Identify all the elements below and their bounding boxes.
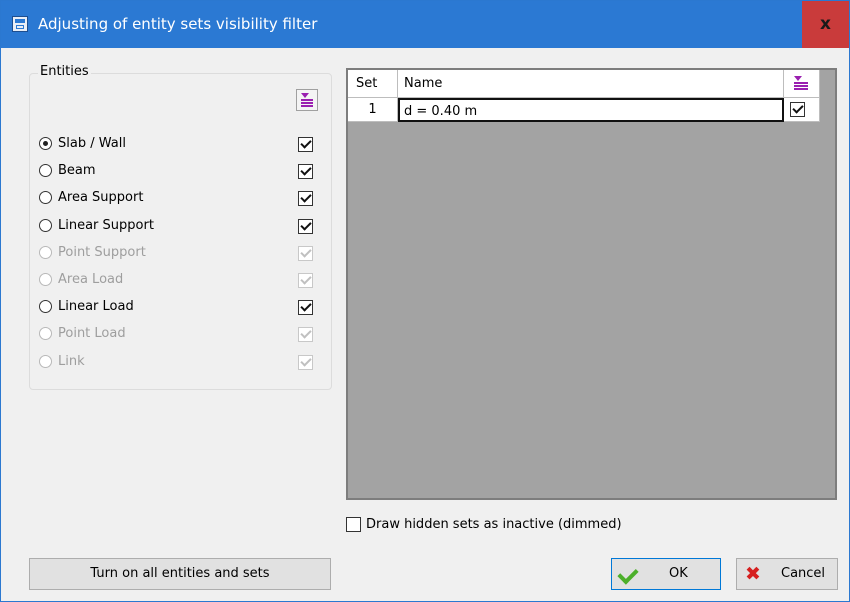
entity-visible-checkbox: [298, 246, 313, 261]
sets-grid[interactable]: Set Name 1 d = 0.40 m: [346, 68, 837, 500]
entity-label: Link: [58, 354, 85, 369]
entity-radio[interactable]: [39, 300, 52, 313]
set-visible-checkbox[interactable]: [790, 102, 805, 117]
entity-visible-checkbox[interactable]: [298, 137, 313, 152]
entity-label: Beam: [58, 163, 96, 178]
entity-label: Slab / Wall: [58, 136, 126, 151]
entity-radio[interactable]: [39, 137, 52, 150]
entity-radio: [39, 327, 52, 340]
entity-row[interactable]: Linear Load: [39, 297, 319, 317]
entity-radio: [39, 355, 52, 368]
turn-on-all-button[interactable]: Turn on all entities and sets: [29, 558, 331, 590]
entity-label: Point Support: [58, 245, 146, 260]
entities-group-label: Entities: [38, 64, 91, 79]
entity-row: Point Support: [39, 243, 319, 263]
sets-sort-button[interactable]: [790, 73, 812, 95]
dialog-window: Adjusting of entity sets visibility filt…: [0, 0, 850, 602]
entity-label: Linear Support: [58, 218, 154, 233]
entity-visible-checkbox[interactable]: [298, 164, 313, 179]
column-header-visible: [784, 70, 820, 98]
entity-visible-checkbox[interactable]: [298, 219, 313, 234]
column-header-name[interactable]: Name: [398, 70, 784, 98]
set-number-cell: 1: [348, 98, 398, 122]
cancel-button[interactable]: ✖ Cancel: [736, 558, 838, 590]
entity-radio[interactable]: [39, 219, 52, 232]
column-header-set[interactable]: Set: [348, 70, 398, 98]
window-title: Adjusting of entity sets visibility filt…: [38, 15, 318, 33]
entity-radio: [39, 246, 52, 259]
entity-label: Linear Load: [58, 299, 134, 314]
entity-row: Point Load: [39, 324, 319, 344]
entity-visible-checkbox: [298, 273, 313, 288]
entity-row: Link: [39, 352, 319, 372]
grid-header: Set Name: [348, 70, 835, 98]
set-visible-cell: [784, 98, 820, 122]
entity-radio[interactable]: [39, 191, 52, 204]
entities-sort-button[interactable]: [296, 89, 318, 111]
cross-icon: ✖: [745, 563, 761, 585]
entity-visible-checkbox: [298, 355, 313, 370]
entity-visible-checkbox[interactable]: [298, 191, 313, 206]
entity-row[interactable]: Linear Support: [39, 216, 319, 236]
ok-button[interactable]: OK: [611, 558, 721, 590]
draw-hidden-label: Draw hidden sets as inactive (dimmed): [366, 517, 622, 532]
set-name-input[interactable]: d = 0.40 m: [398, 98, 784, 122]
title-bar: Adjusting of entity sets visibility filt…: [1, 1, 849, 48]
app-window-icon: [12, 16, 28, 32]
entity-row[interactable]: Area Support: [39, 188, 319, 208]
cancel-button-label: Cancel: [781, 566, 826, 581]
entity-row[interactable]: Slab / Wall: [39, 134, 319, 154]
ok-button-label: OK: [669, 566, 688, 581]
entity-visible-checkbox[interactable]: [298, 300, 313, 315]
entity-radio: [39, 273, 52, 286]
entity-row: Area Load: [39, 270, 319, 290]
entity-visible-checkbox: [298, 327, 313, 342]
entity-label: Area Support: [58, 190, 144, 205]
entity-label: Area Load: [58, 272, 124, 287]
checkmark-icon: [617, 563, 639, 585]
entity-row[interactable]: Beam: [39, 161, 319, 181]
entity-label: Point Load: [58, 326, 126, 341]
draw-hidden-checkbox[interactable]: [346, 517, 361, 532]
close-button[interactable]: x: [802, 1, 849, 48]
entity-radio[interactable]: [39, 164, 52, 177]
